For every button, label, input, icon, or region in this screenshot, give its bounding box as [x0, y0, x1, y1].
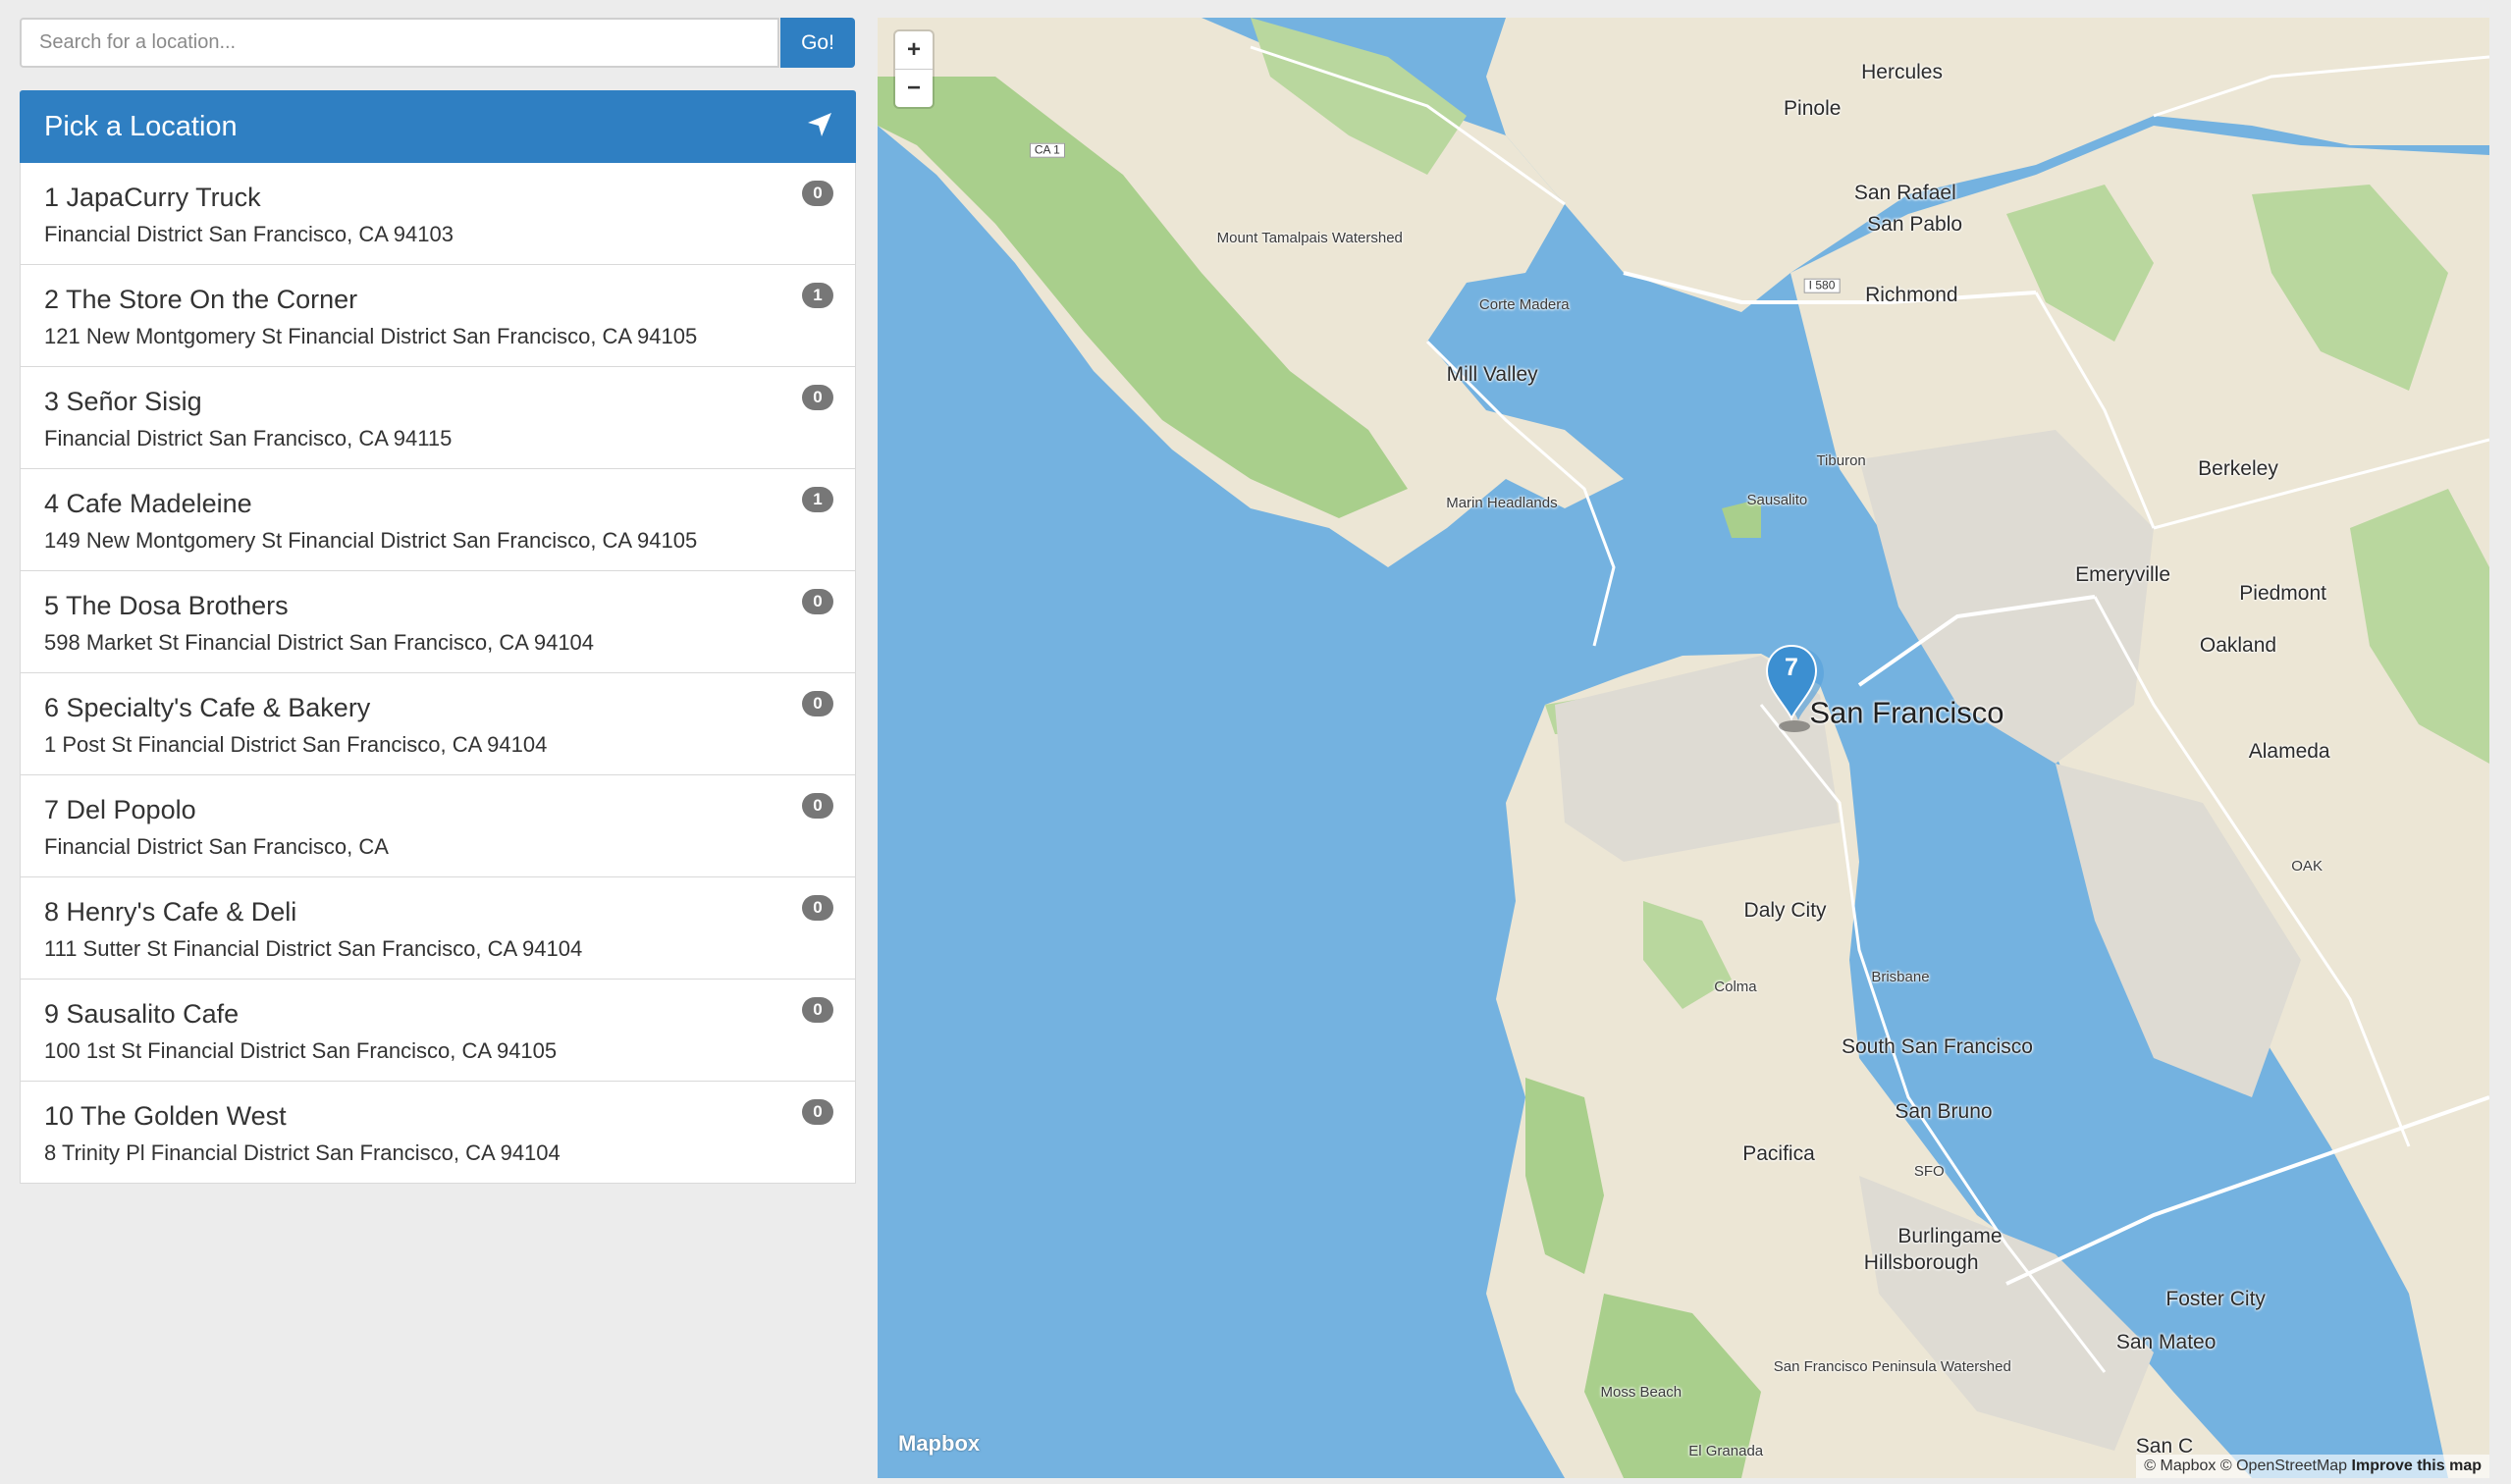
improve-map-link[interactable]: Improve this map [2352, 1458, 2482, 1474]
place-label: Pacifica [1742, 1142, 1815, 1166]
zoom-in-button[interactable]: + [895, 31, 933, 70]
place-label: Alameda [2248, 739, 2330, 763]
location-item[interactable]: 8 Henry's Cafe & Deli 111 Sutter St Finan… [20, 877, 856, 980]
count-badge: 0 [802, 181, 833, 206]
location-address: 1 Post St Financial District San Francis… [44, 732, 548, 757]
count-badge: 1 [802, 283, 833, 308]
count-badge: 0 [802, 793, 833, 819]
mapbox-logo[interactable]: Mapbox [898, 1431, 980, 1457]
location-name: 8 Henry's Cafe & Deli [44, 897, 297, 927]
count-badge: 0 [802, 385, 833, 410]
place-label: SFO [1913, 1163, 1945, 1181]
location-address: 149 New Montgomery St Financial District… [44, 528, 698, 553]
location-name: 9 Sausalito Cafe [44, 999, 240, 1029]
place-label: OAK [2291, 858, 2323, 875]
location-address: Financial District San Francisco, CA 941… [44, 222, 454, 246]
place-label: Corte Madera [1478, 295, 1570, 313]
place-label: El Granada [1688, 1442, 1764, 1459]
zoom-out-button[interactable]: − [895, 70, 933, 107]
count-badge: 0 [802, 895, 833, 921]
count-badge: 1 [802, 487, 833, 512]
place-label: Mount Tamalpais Watershed [1216, 230, 1403, 247]
place-label: San Francisco [1809, 696, 2004, 731]
location-name: 7 Del Popolo [44, 795, 196, 824]
location-address: 598 Market St Financial District San Fra… [44, 630, 595, 655]
search-bar: Go! [20, 18, 855, 68]
place-label: Daly City [1743, 899, 1827, 923]
place-label: Oakland [2199, 634, 2277, 658]
place-label: I 580 [1803, 279, 1841, 293]
location-item[interactable]: 3 Señor Sisig Financial District San Fran… [20, 367, 856, 469]
location-item[interactable]: 2 The Store On the Corner 121 New Montgom… [20, 265, 856, 367]
location-item[interactable]: 9 Sausalito Cafe 100 1st St Financial Dis… [20, 980, 856, 1082]
location-name: 5 The Dosa Brothers [44, 591, 289, 620]
location-name: 3 Señor Sisig [44, 387, 202, 416]
place-label: San Francisco Peninsula Watershed [1773, 1358, 2011, 1376]
place-label: Mill Valley [1446, 362, 1538, 386]
place-label: San Bruno [1895, 1099, 1993, 1123]
count-badge: 0 [802, 997, 833, 1023]
place-label: San Rafael [1853, 181, 1956, 204]
location-item[interactable]: 4 Cafe Madeleine 149 New Montgomery St Fi… [20, 469, 856, 571]
map-attribution: © Mapbox © OpenStreetMap Improve this ma… [2136, 1455, 2489, 1478]
location-item[interactable]: 5 The Dosa Brothers 598 Market St Financi… [20, 571, 856, 673]
place-label: Emeryville [2075, 562, 2171, 586]
go-button[interactable]: Go! [780, 18, 855, 68]
cluster-count: 7 [1785, 654, 1798, 681]
location-address: 8 Trinity Pl Financial District San Fran… [44, 1140, 561, 1165]
place-label: Marin Headlands [1446, 495, 1558, 512]
panel-header: Pick a Location [20, 90, 856, 163]
place-label: Pinole [1784, 97, 1842, 121]
place-label: Foster City [2165, 1288, 2266, 1311]
place-label: Hercules [1861, 61, 1943, 84]
location-address: Financial District San Francisco, CA 941… [44, 426, 453, 450]
zoom-control: + − [895, 31, 933, 107]
place-label: Berkeley [2198, 457, 2278, 481]
place-label: CA 1 [1029, 142, 1065, 158]
location-panel: Pick a Location 1 JapaCurry Truck Financi… [20, 90, 856, 1184]
place-label: Hillsborough [1863, 1251, 1979, 1275]
location-list: 1 JapaCurry Truck Financial District San … [20, 163, 856, 1184]
place-label: Richmond [1865, 284, 1958, 307]
map[interactable]: HerculesMartinezPinoleSan Pablo BayCA 4C… [878, 18, 2489, 1478]
place-label: Brisbane [1871, 969, 1930, 986]
place-label: San Pablo [1867, 212, 1963, 236]
place-label: Sausalito [1746, 492, 1808, 509]
location-name: 4 Cafe Madeleine [44, 489, 252, 518]
place-label: San Mateo [2115, 1330, 2217, 1353]
location-item[interactable]: 7 Del Popolo Financial District San Franc… [20, 775, 856, 877]
place-label: South San Francisco [1841, 1034, 2033, 1058]
count-badge: 0 [802, 1099, 833, 1125]
osm-attribution-link[interactable]: © OpenStreetMap [2220, 1458, 2347, 1474]
place-label: Burlingame [1897, 1224, 2003, 1247]
location-item[interactable]: 6 Specialty's Cafe & Bakery 1 Post St Fin… [20, 673, 856, 775]
count-badge: 0 [802, 589, 833, 614]
location-address: 111 Sutter St Financial District San Fra… [44, 936, 583, 961]
panel-title: Pick a Location [44, 110, 238, 142]
place-label: Tiburon [1816, 452, 1866, 470]
location-item[interactable]: 10 The Golden West 8 Trinity Pl Financial… [20, 1082, 856, 1184]
place-label: Moss Beach [1600, 1384, 1683, 1402]
mapbox-attribution-link[interactable]: © Mapbox [2144, 1458, 2216, 1474]
location-address: Financial District San Francisco, CA [44, 834, 389, 859]
search-input[interactable] [20, 18, 779, 68]
location-name: 1 JapaCurry Truck [44, 183, 261, 212]
map-basemap [878, 18, 2489, 1478]
location-name: 6 Specialty's Cafe & Bakery [44, 693, 371, 722]
location-address: 100 1st St Financial District San Franci… [44, 1038, 558, 1063]
locate-arrow-icon[interactable] [805, 110, 834, 139]
count-badge: 0 [802, 691, 833, 716]
place-label: Piedmont [2239, 582, 2326, 606]
location-address: 121 New Montgomery St Financial District… [44, 324, 698, 348]
cluster-marker[interactable]: 7 [1759, 644, 1830, 734]
location-item[interactable]: 1 JapaCurry Truck Financial District San … [20, 163, 856, 265]
location-name: 2 The Store On the Corner [44, 285, 358, 314]
place-label: Colma [1714, 978, 1757, 995]
location-name: 10 The Golden West [44, 1101, 287, 1131]
